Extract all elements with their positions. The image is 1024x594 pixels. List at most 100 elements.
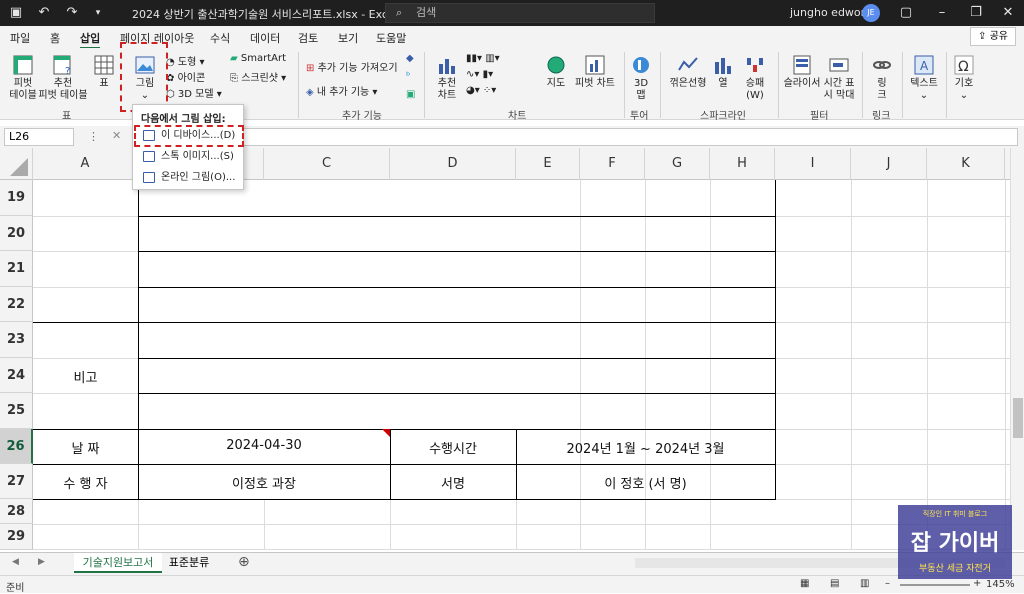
row-header[interactable]: 28: [0, 499, 33, 524]
timeline-button[interactable]: 시간 표 시 막대: [822, 54, 856, 102]
slicer-button[interactable]: 슬라이서: [782, 54, 822, 90]
recommended-charts-button[interactable]: 추천 차트: [432, 54, 462, 102]
cell-sign-value[interactable]: 이 정호 (서 명): [516, 473, 775, 492]
column-header[interactable]: J: [851, 148, 927, 180]
screenshot-button[interactable]: ⎘ 스크린샷 ▾: [230, 69, 286, 84]
search-box[interactable]: ⌕ 검색: [385, 3, 655, 23]
slicer-icon: [793, 55, 811, 75]
cell-performer-label[interactable]: 수 행 자: [33, 473, 138, 492]
cell-period-value[interactable]: 2024년 1월 ~ 2024년 3월: [516, 438, 775, 457]
zoom-level[interactable]: 145%: [986, 579, 1015, 590]
column-header[interactable]: K: [927, 148, 1005, 180]
tab-file[interactable]: 파일: [10, 30, 30, 46]
cell-performer-value[interactable]: 이정호 과장: [138, 473, 390, 492]
sparkline-line-button[interactable]: 꺾은선형: [668, 54, 708, 90]
my-addins-button[interactable]: ◈ 내 추가 기능 ▾: [306, 83, 377, 98]
formula-input[interactable]: [160, 128, 1018, 146]
people-graph-icon[interactable]: ▣: [406, 89, 415, 100]
cell-date-value[interactable]: 2024-04-30: [138, 438, 390, 453]
smartart-button[interactable]: ▰ SmartArt: [230, 53, 286, 64]
cell-date-label[interactable]: 날 짜: [33, 438, 138, 457]
next-sheet-icon[interactable]: ▶: [38, 557, 45, 567]
recommended-pivot-button[interactable]: ? 추천 피벗 테이블: [38, 54, 88, 102]
cell-period-label[interactable]: 수행시간: [390, 438, 516, 457]
column-header[interactable]: D: [390, 148, 516, 180]
tab-review[interactable]: 검토: [298, 30, 318, 46]
column-header[interactable]: E: [516, 148, 580, 180]
menu-item-stock-images[interactable]: 스톡 이미지...(S): [137, 148, 241, 166]
menu-item-online-pictures[interactable]: 온라인 그림(O)...: [137, 169, 241, 187]
tab-home[interactable]: 홈: [50, 30, 60, 46]
row-header[interactable]: 23: [0, 322, 33, 358]
pie-chart-icon[interactable]: ◕▾ ⁘▾: [466, 85, 496, 96]
visio-icon[interactable]: ◆: [406, 53, 414, 64]
name-box[interactable]: L26: [4, 128, 74, 146]
table-button[interactable]: 표: [90, 54, 118, 90]
zoom-in-icon[interactable]: +: [973, 578, 981, 589]
sparkline-winloss-button[interactable]: 승패 (W): [740, 54, 770, 102]
tab-data[interactable]: 데이터: [250, 30, 280, 46]
tab-formulas[interactable]: 수식: [210, 30, 230, 46]
column-header[interactable]: F: [580, 148, 645, 180]
vertical-scrollbar[interactable]: [1010, 148, 1024, 550]
column-header[interactable]: I: [775, 148, 851, 180]
text-icon: A: [914, 55, 934, 75]
tab-insert[interactable]: 삽입: [80, 30, 101, 49]
redo-icon[interactable]: ↷: [62, 3, 82, 23]
zoom-slider[interactable]: [900, 584, 970, 586]
row-header[interactable]: 19: [0, 180, 33, 216]
text-button[interactable]: A 텍스트 ⌄: [906, 54, 942, 102]
tab-help[interactable]: 도움말: [376, 30, 406, 46]
avatar[interactable]: JE: [862, 4, 880, 22]
bing-icon[interactable]: ᵇ: [406, 71, 410, 82]
select-all-corner[interactable]: [0, 148, 33, 180]
row-header[interactable]: 27: [0, 464, 33, 499]
pivot-table-button[interactable]: 피벗 테이블: [6, 54, 40, 102]
maps-button[interactable]: 지도: [540, 54, 572, 90]
undo-icon[interactable]: ↶: [34, 3, 54, 23]
row-header[interactable]: 26: [0, 429, 33, 464]
page-break-icon[interactable]: ▥: [860, 578, 869, 589]
close-icon[interactable]: ✕: [998, 3, 1018, 23]
normal-view-icon[interactable]: ▦: [800, 578, 809, 589]
share-button[interactable]: ⇪ 공유: [970, 27, 1016, 46]
column-header[interactable]: C: [264, 148, 390, 180]
cell-sign-label[interactable]: 서명: [390, 473, 516, 492]
restore-icon[interactable]: ❐: [966, 3, 986, 23]
row-header[interactable]: 24: [0, 358, 33, 393]
cancel-icon[interactable]: ✕: [112, 129, 121, 142]
row-header[interactable]: 20: [0, 216, 33, 251]
pivot-chart-button[interactable]: 피벗 차트: [572, 54, 618, 90]
minimize-icon[interactable]: –: [932, 3, 952, 23]
link-button[interactable]: 링 크: [868, 54, 896, 102]
zoom-out-icon[interactable]: –: [885, 578, 890, 589]
column-header[interactable]: G: [645, 148, 710, 180]
symbol-button[interactable]: Ω 기호 ⌄: [950, 54, 978, 102]
icons-button[interactable]: ✿ 아이콘: [166, 69, 205, 84]
sheet-tab-active[interactable]: 기술지원보고서: [74, 553, 162, 573]
sparkline-column-button[interactable]: 열: [710, 54, 736, 90]
get-addins-button[interactable]: ⊞ 추가 기능 가져오기: [306, 59, 398, 74]
column-chart-icon[interactable]: ▮▮▾ ▥▾: [466, 53, 500, 64]
tab-view[interactable]: 보기: [338, 30, 358, 46]
line-chart-icon[interactable]: ∿▾ ▮▾: [466, 69, 493, 80]
row-header[interactable]: 25: [0, 393, 33, 429]
column-header[interactable]: H: [710, 148, 775, 180]
row-header[interactable]: 21: [0, 251, 33, 287]
save-icon[interactable]: ▣: [6, 3, 26, 23]
customize-qat-icon[interactable]: ▾: [88, 3, 108, 23]
shapes-button[interactable]: ◔ 도형 ▾: [166, 53, 205, 68]
3d-models-button[interactable]: ⬡ 3D 모델 ▾: [166, 85, 222, 100]
3d-map-button[interactable]: 3D 맵: [628, 54, 654, 102]
column-header[interactable]: A: [33, 148, 138, 180]
prev-sheet-icon[interactable]: ◀: [12, 557, 19, 567]
row-header[interactable]: 22: [0, 287, 33, 322]
sheet-tab[interactable]: 표준분류: [164, 553, 214, 573]
cell-note-label[interactable]: 비고: [33, 367, 138, 386]
row-header[interactable]: 29: [0, 524, 33, 550]
page-layout-icon[interactable]: ▤: [830, 578, 839, 589]
ribbon-display-icon[interactable]: ▢: [896, 3, 916, 23]
add-sheet-icon[interactable]: ⊕: [238, 554, 250, 570]
user-name[interactable]: jungho edword: [790, 6, 872, 19]
scroll-thumb[interactable]: [1013, 398, 1023, 438]
